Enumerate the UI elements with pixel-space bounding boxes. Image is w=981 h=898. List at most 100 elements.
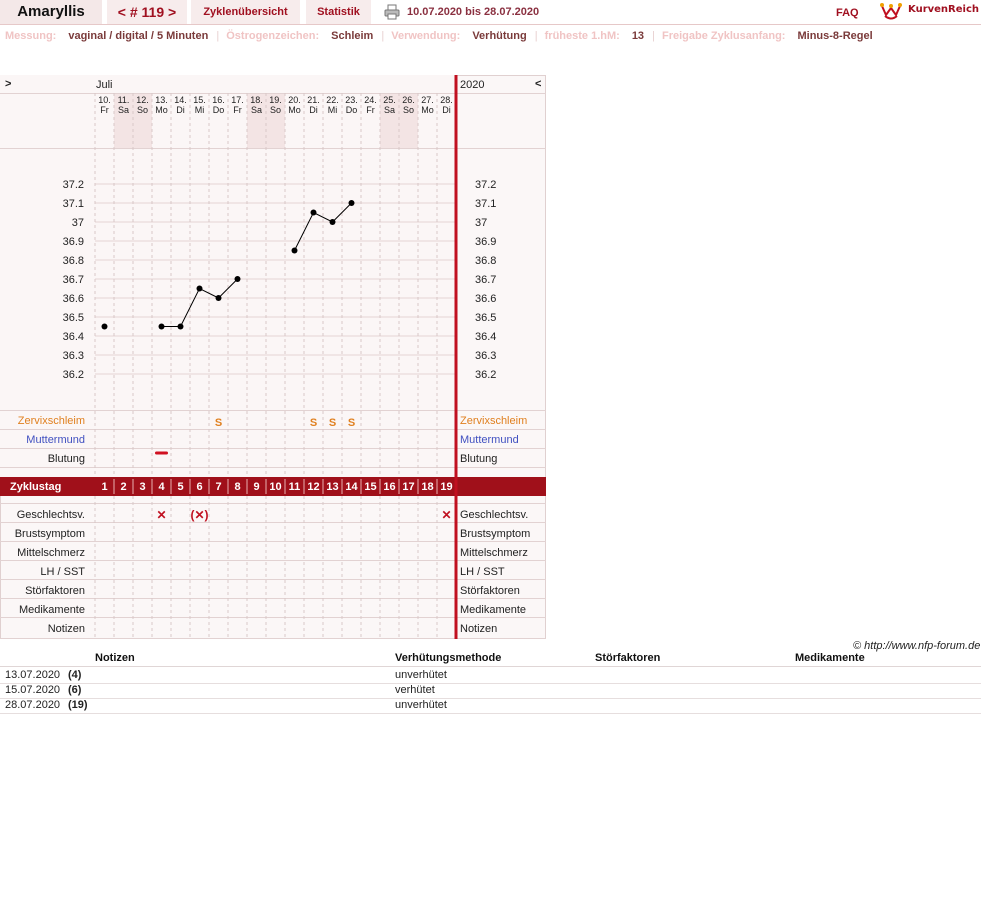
temp-tick-right: 36.3 bbox=[475, 350, 496, 362]
notes-cycle-day: (6) bbox=[68, 684, 82, 696]
temp-tick-right: 36.8 bbox=[475, 255, 496, 267]
day-date: 26. bbox=[402, 95, 415, 105]
kurvenreich-logo-icon bbox=[880, 3, 902, 20]
temp-tick-right: 36.2 bbox=[475, 369, 496, 381]
estrogen-label: Östrogenzeichen: bbox=[226, 30, 320, 42]
measure-value: vaginal / digital / 5 Minuten bbox=[68, 30, 209, 42]
logo-text[interactable]: KurvenReich bbox=[908, 4, 979, 15]
lh-row-label-left: LH / SST bbox=[40, 566, 85, 578]
day-weekday: Mo bbox=[421, 105, 434, 115]
day-date: 19. bbox=[269, 95, 282, 105]
mucus-mark: S bbox=[310, 417, 317, 429]
temperature-point[interactable] bbox=[329, 219, 336, 225]
temp-tick-left: 36.9 bbox=[63, 236, 84, 248]
cycle-day-number: 15 bbox=[364, 481, 376, 493]
day-weekday: Mo bbox=[288, 105, 301, 115]
day-date: 12. bbox=[136, 95, 149, 105]
temperature-point[interactable] bbox=[101, 323, 108, 330]
day-weekday: Sa bbox=[118, 105, 129, 115]
cycle-day-label: Zyklustag bbox=[10, 481, 61, 493]
cycle-day-number: 9 bbox=[253, 481, 259, 493]
day-date: 10. bbox=[98, 95, 111, 105]
cycle-nav-tab[interactable]: < # 119 > bbox=[107, 0, 187, 24]
notes-row: 13.07.2020 (4) unverhütet bbox=[0, 668, 981, 684]
cycle-day-number: 11 bbox=[289, 481, 301, 493]
temp-tick-left: 37.1 bbox=[63, 198, 84, 210]
cycle-day-number: 10 bbox=[269, 481, 281, 493]
cervix-label-right: Muttermund bbox=[460, 434, 519, 446]
temp-tick-left: 36.3 bbox=[63, 350, 84, 362]
earliest-label: früheste 1.hM: bbox=[544, 30, 620, 42]
day-date: 16. bbox=[212, 95, 225, 105]
notes-header: Notizen bbox=[95, 652, 135, 664]
temperature-point[interactable] bbox=[158, 323, 165, 330]
cycle-day-number: 19 bbox=[440, 481, 452, 493]
notes-date: 13.07.2020 bbox=[5, 669, 61, 681]
day-date: 25. bbox=[383, 95, 396, 105]
copyright: © http://www.nfp-forum.de bbox=[853, 640, 981, 652]
cycle-day-number: 4 bbox=[158, 481, 165, 493]
breast-symptom-row-label-right: Brustsymptom bbox=[460, 528, 530, 540]
temp-tick-left: 36.6 bbox=[63, 293, 84, 305]
cycle-day-number: 2 bbox=[120, 481, 126, 493]
day-date: 20. bbox=[288, 95, 301, 105]
cycle-day-number: 3 bbox=[139, 481, 145, 493]
mucus-mark: S bbox=[215, 417, 222, 429]
day-weekday: Di bbox=[309, 105, 318, 115]
cycle-day-number: 16 bbox=[383, 481, 395, 493]
temperature-point[interactable] bbox=[215, 295, 222, 301]
day-weekday: Do bbox=[213, 105, 225, 115]
medication-row-label-left: Medikamente bbox=[19, 604, 85, 616]
user-name-tab[interactable]: Amaryllis bbox=[0, 0, 102, 24]
year-label: 2020 bbox=[460, 79, 484, 91]
temp-tick-right: 36.6 bbox=[475, 293, 496, 305]
temperature-point[interactable] bbox=[310, 209, 317, 216]
day-weekday: Fr bbox=[366, 105, 375, 115]
bleeding-label-right: Blutung bbox=[460, 453, 497, 465]
day-weekday: Fr bbox=[100, 105, 109, 115]
sex-row-label-right: Geschlechtsv. bbox=[460, 509, 528, 521]
day-weekday: So bbox=[270, 105, 281, 115]
temperature-point[interactable] bbox=[291, 247, 298, 254]
notes-cycle-day: (4) bbox=[68, 669, 82, 681]
divider bbox=[0, 24, 981, 25]
disturbance-row-label-left: Störfaktoren bbox=[25, 585, 85, 597]
faq-link[interactable]: FAQ bbox=[836, 7, 859, 19]
nav-next-button: < bbox=[535, 78, 541, 90]
date-range: 10.07.2020 bis 28.07.2020 bbox=[407, 6, 540, 18]
cervix-label-left: Muttermund bbox=[26, 434, 85, 446]
notes-row: 28.07.2020 (19) unverhütet bbox=[0, 698, 981, 714]
earliest-value: 13 bbox=[631, 30, 645, 42]
tab-statistics[interactable]: Statistik bbox=[306, 0, 371, 24]
temp-tick-right: 36.4 bbox=[475, 331, 496, 343]
notes-method: unverhütet bbox=[395, 669, 447, 681]
temperature-point[interactable] bbox=[348, 200, 355, 206]
notes-header: Störfaktoren bbox=[595, 652, 661, 664]
medication-row-label-right: Medikamente bbox=[460, 604, 526, 616]
cycle-day-number: 12 bbox=[307, 481, 319, 493]
temp-tick-left: 36.5 bbox=[63, 312, 84, 324]
sex-row-label-left: Geschlechtsv. bbox=[17, 509, 85, 521]
day-weekday: Mi bbox=[328, 105, 338, 115]
intercourse-mark: ✕ bbox=[156, 508, 166, 522]
day-weekday: So bbox=[403, 105, 414, 115]
notes-row: 15.07.2020 (6) verhütet bbox=[0, 683, 981, 699]
day-date: 14. bbox=[174, 95, 187, 105]
bleeding-label-left: Blutung bbox=[48, 453, 85, 465]
temp-tick-left: 36.8 bbox=[63, 255, 84, 267]
temp-tick-left: 36.4 bbox=[63, 331, 84, 343]
temperature-point[interactable] bbox=[177, 323, 184, 330]
estrogen-value: Schleim bbox=[331, 30, 374, 42]
temperature-point[interactable] bbox=[234, 276, 241, 282]
tab-cycle-overview[interactable]: Zyklenübersicht bbox=[191, 0, 300, 24]
cycle-day-number: 7 bbox=[215, 481, 221, 493]
day-date: 23. bbox=[345, 95, 358, 105]
day-weekday: Di bbox=[442, 105, 451, 115]
temperature-point[interactable] bbox=[196, 285, 203, 292]
day-date: 13. bbox=[155, 95, 168, 105]
temp-tick-left: 36.2 bbox=[63, 369, 84, 381]
printer-icon[interactable] bbox=[384, 4, 400, 20]
mucus-mark: S bbox=[348, 417, 355, 429]
mittelschmerz-row-label-right: Mittelschmerz bbox=[460, 547, 528, 559]
temp-tick-left: 37.2 bbox=[63, 179, 84, 191]
